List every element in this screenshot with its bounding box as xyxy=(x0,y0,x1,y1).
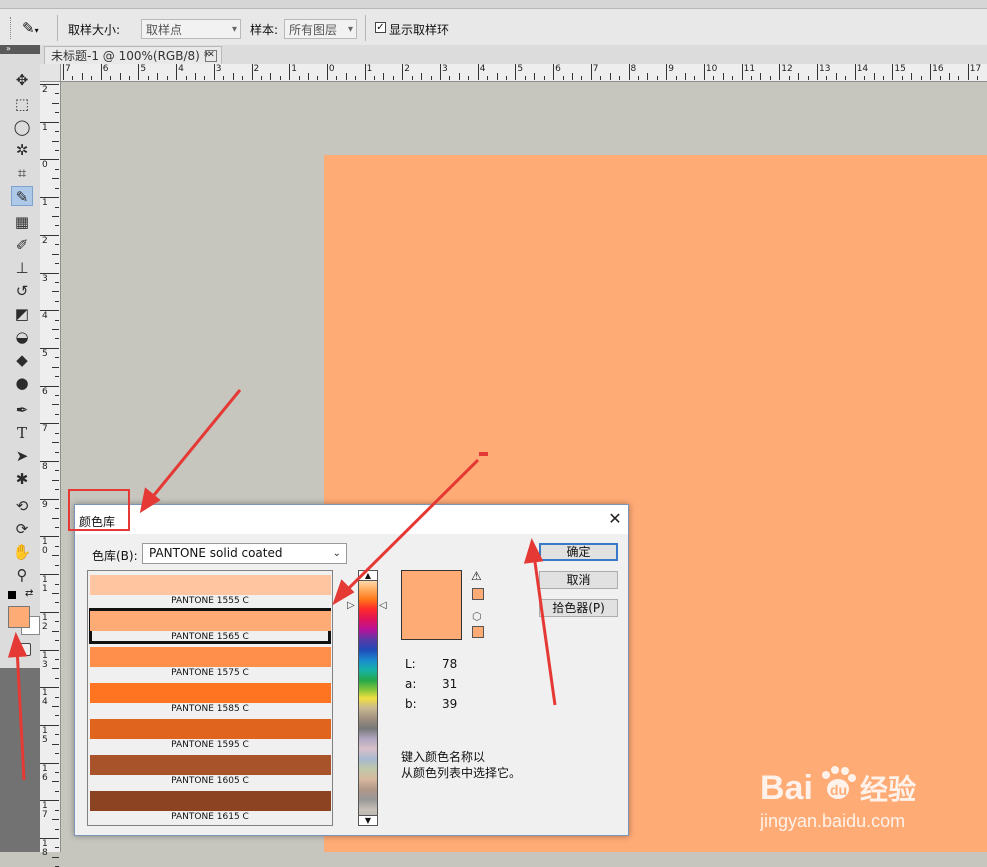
annotation-arrow xyxy=(345,460,478,592)
annotation-arrowhead xyxy=(335,582,352,602)
ruler-minor-tick xyxy=(52,857,59,858)
annotation-mark xyxy=(479,452,488,456)
annotation-arrowhead xyxy=(10,636,25,656)
annotation-arrow xyxy=(150,390,240,500)
annotation-arrow xyxy=(17,648,24,780)
annotation-arrow xyxy=(534,555,555,705)
annotation-arrowhead xyxy=(526,542,541,562)
annotation-arrows xyxy=(0,0,987,852)
